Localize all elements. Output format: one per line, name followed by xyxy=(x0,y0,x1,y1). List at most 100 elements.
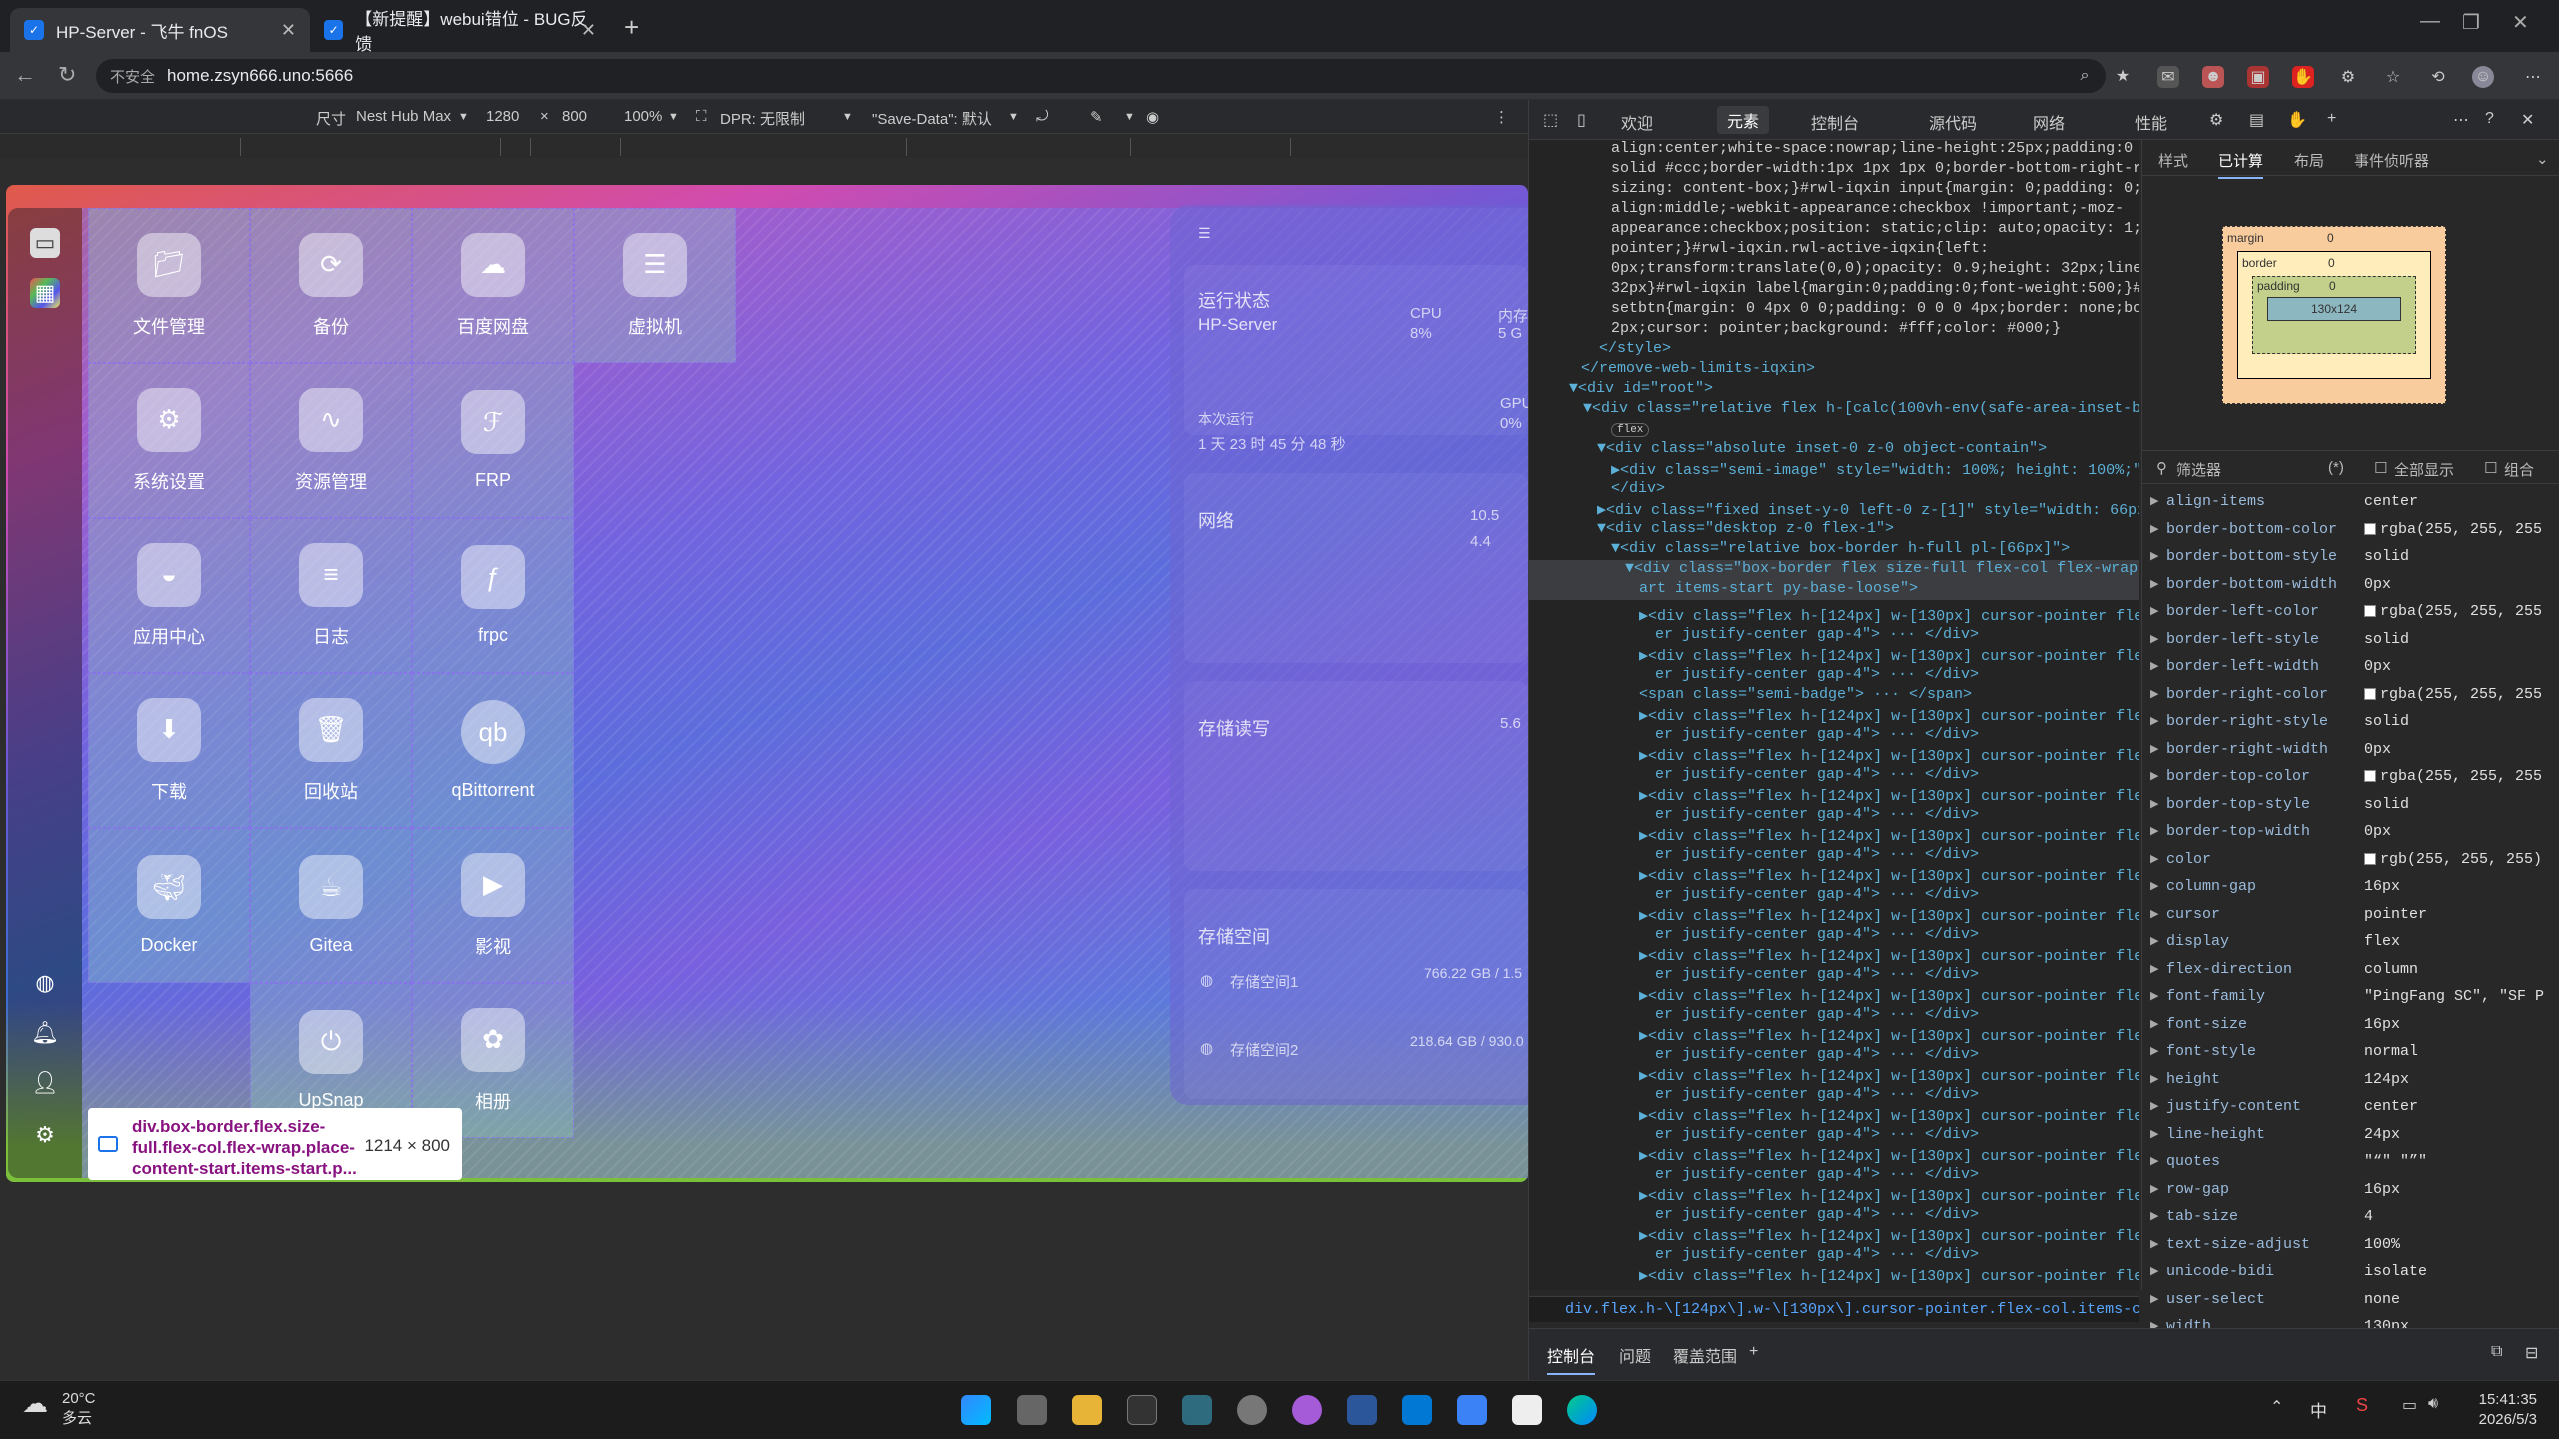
expand-triangle-icon[interactable]: ▶ xyxy=(2150,1154,2158,1168)
extension-badge-icon[interactable]: ▣ xyxy=(2247,66,2269,88)
chevron-down-icon[interactable]: ▼ xyxy=(1008,111,1019,123)
new-tab-icon[interactable]: + xyxy=(624,12,639,43)
expand-triangle-icon[interactable]: ▶ xyxy=(2150,1017,2158,1031)
color-swatch-icon[interactable] xyxy=(2364,770,2376,783)
close-devtools-icon[interactable]: ✕ xyxy=(2521,110,2534,130)
color-swatch-icon[interactable] xyxy=(2364,687,2376,700)
dom-node-app-item[interactable]: ▶<div class="flex h-[124px] w-[130px] cu… xyxy=(1639,646,2139,666)
subtab-computed[interactable]: 已计算 xyxy=(2218,150,2264,179)
expand-triangle-icon[interactable]: ▶ xyxy=(2150,1237,2158,1251)
dom-node[interactable]: ▶<div class="semi-image" style="width: 1… xyxy=(1611,460,2139,480)
dom-node-app-item[interactable]: ▶<div class="flex h-[124px] w-[130px] cu… xyxy=(1639,746,2139,766)
computed-prop-row[interactable]: ▶ border-bottom-style solid xyxy=(2142,543,2559,571)
speaker-icon[interactable]: 🔊︎ xyxy=(2428,1395,2438,1413)
dom-node-app-item[interactable]: er justify-center gap-4"> ··· </div> xyxy=(1655,1206,1979,1226)
tab-bug-report[interactable]: ✓ 【新提醒】webui错位 - BUG反馈 ✕ xyxy=(310,8,610,54)
dom-node-app-item[interactable]: er justify-center gap-4"> ··· </div> xyxy=(1655,726,1979,746)
dom-node-app-item[interactable]: er justify-center gap-4"> ··· </div> xyxy=(1655,766,1979,786)
dom-node-app-item[interactable]: er justify-center gap-4"> ··· </div> xyxy=(1655,886,1979,906)
expand-triangle-icon[interactable]: ▶ xyxy=(2150,1292,2158,1306)
group-checkbox[interactable]: ☐ xyxy=(2484,459,2497,477)
expand-triangle-icon[interactable]: ▶ xyxy=(2150,962,2158,976)
desktop-icon[interactable]: ▭ xyxy=(30,228,60,258)
app-store[interactable]: ◒ 应用中心 xyxy=(88,518,250,673)
chevron-down-icon[interactable]: ▼ xyxy=(458,111,469,123)
app-video[interactable]: ▶ 影视 xyxy=(412,828,574,983)
dom-node-app-item[interactable]: er justify-center gap-4"> ··· </div> xyxy=(1655,1126,1979,1146)
expand-triangle-icon[interactable]: ▶ xyxy=(2150,742,2158,756)
terminal-icon[interactable] xyxy=(1127,1395,1157,1425)
system-clock[interactable]: 15:41:35 2026/5/3 xyxy=(2479,1390,2537,1430)
dom-node-app-item[interactable]: er justify-center gap-4"> ··· </div> xyxy=(1655,846,1979,866)
task-view-icon[interactable] xyxy=(1017,1395,1047,1425)
not-secure-label[interactable]: 不安全 xyxy=(110,66,155,87)
address-bar[interactable]: 不安全 home.zsyn666.uno:5666 xyxy=(96,59,2106,93)
tray-chevron-icon[interactable]: ⌃ xyxy=(2270,1397,2283,1417)
expand-triangle-icon[interactable]: ▶ xyxy=(2150,632,2158,646)
expand-triangle-icon[interactable]: ▶ xyxy=(2150,1127,2158,1141)
computed-prop-row[interactable]: ▶ border-top-width 0px xyxy=(2142,818,2559,846)
word-icon[interactable] xyxy=(1347,1395,1377,1425)
reload-icon[interactable]: ↻ xyxy=(58,62,76,88)
expand-triangle-icon[interactable]: ▶ xyxy=(2150,1044,2158,1058)
dom-node-selected-cont[interactable]: art items-start py-base-loose"> xyxy=(1529,580,2139,600)
inspect-element-icon[interactable]: ⬚ xyxy=(1543,110,1558,130)
device-select[interactable]: Nest Hub Max xyxy=(356,108,451,125)
dom-node-app-item[interactable]: er justify-center gap-4"> ··· </div> xyxy=(1655,1246,1979,1266)
add-tool-icon[interactable]: + xyxy=(2327,110,2336,128)
computed-prop-row[interactable]: ▶ justify-content center xyxy=(2142,1093,2559,1121)
app-file-manager[interactable]: 📁︎ 文件管理 xyxy=(88,208,250,363)
flex-badge-label[interactable]: flex xyxy=(1611,423,1650,437)
color-swatch-icon[interactable] xyxy=(2364,852,2376,865)
app-qbittorrent[interactable]: qb qBittorrent xyxy=(412,673,574,828)
dom-node-app-item[interactable]: er justify-center gap-4"> ··· </div> xyxy=(1655,1166,1979,1186)
computed-prop-row[interactable]: ▶ text-size-adjust 100% xyxy=(2142,1231,2559,1259)
device-more-icon[interactable]: ⋮ xyxy=(1494,108,1509,126)
collapse-icon[interactable]: ⌄ xyxy=(2536,150,2549,168)
computed-prop-row[interactable]: ▶ line-height 24px xyxy=(2142,1121,2559,1149)
dom-node-app-item[interactable]: ▶<div class="flex h-[124px] w-[130px] cu… xyxy=(1639,986,2139,1006)
dom-node[interactable]: ▼<div class="relative box-border h-full … xyxy=(1611,540,2070,560)
dpr-select[interactable]: DPR: 无限制 xyxy=(720,108,805,129)
dom-node-app-item[interactable]: ▶<div class="flex h-[124px] w-[130px] cu… xyxy=(1639,786,2139,806)
more-icon[interactable]: ⋯ xyxy=(2453,110,2469,130)
extensions-puzzle-icon[interactable]: ⚙ xyxy=(2337,66,2359,88)
edge-icon[interactable] xyxy=(1567,1395,1597,1425)
dom-node-app-item[interactable]: er justify-center gap-4"> ··· </div> xyxy=(1655,1006,1979,1026)
feishu-icon[interactable] xyxy=(1457,1395,1487,1425)
app-settings[interactable]: ⚙ 系统设置 xyxy=(88,363,250,518)
fit-icon[interactable]: ⛶ xyxy=(696,108,707,125)
computed-prop-row[interactable]: ▶ border-top-style solid xyxy=(2142,791,2559,819)
chevron-down-icon[interactable]: ▼ xyxy=(842,111,853,123)
app-frp[interactable]: ℱ FRP xyxy=(412,363,574,518)
computed-prop-row[interactable]: ▶ column-gap 16px xyxy=(2142,873,2559,901)
dom-node-app-item[interactable]: ▶<div class="flex h-[124px] w-[130px] cu… xyxy=(1639,946,2139,966)
computed-prop-row[interactable]: ▶ color rgb(255, 255, 255) xyxy=(2142,846,2559,874)
height-input[interactable]: 800 xyxy=(562,108,587,125)
computed-prop-row[interactable]: ▶ tab-size 4 xyxy=(2142,1203,2559,1231)
dom-node-app-item[interactable]: ▶<div class="flex h-[124px] w-[130px] cu… xyxy=(1639,1186,2139,1206)
dom-node-app-item[interactable]: er justify-center gap-4"> ··· </div> xyxy=(1655,1046,1979,1066)
show-all-checkbox[interactable]: ☐ xyxy=(2374,459,2387,477)
expand-triangle-icon[interactable]: ▶ xyxy=(2150,769,2158,783)
network-monitor-icon[interactable]: ▭ xyxy=(2402,1395,2417,1415)
extension-avatar-icon[interactable]: ☻ xyxy=(2202,66,2224,88)
expand-triangle-icon[interactable]: ▶ xyxy=(2150,494,2158,508)
dom-node[interactable]: </div> xyxy=(1611,480,1665,500)
expand-triangle-icon[interactable]: ▶ xyxy=(2150,797,2158,811)
bookmark-star-icon[interactable]: ★ xyxy=(2112,65,2134,87)
dom-node[interactable]: ▼<div id="root"> xyxy=(1569,380,1713,400)
app-resource-monitor[interactable]: ∿ 资源管理 xyxy=(250,363,412,518)
expand-triangle-icon[interactable]: ▶ xyxy=(2150,659,2158,673)
expand-triangle-icon[interactable]: ▶ xyxy=(2150,1182,2158,1196)
tab-welcome[interactable]: 欢迎 xyxy=(1621,110,1653,134)
profile-avatar-icon[interactable]: ☺ xyxy=(2472,66,2494,88)
settings-gear-icon[interactable]: ⚙ xyxy=(2209,110,2223,130)
width-input[interactable]: 1280 xyxy=(486,108,519,125)
settings-app-icon[interactable] xyxy=(1237,1395,1267,1425)
rotate-icon[interactable]: ⤾ xyxy=(1036,108,1049,125)
storage-icon[interactable]: ▤ xyxy=(2249,110,2264,130)
dom-node-app-item[interactable]: er justify-center gap-4"> ··· </div> xyxy=(1655,626,1979,646)
dom-node[interactable]: </remove-web-limits-iqxin> xyxy=(1581,360,1815,380)
regex-icon[interactable]: (*) xyxy=(2328,459,2344,476)
